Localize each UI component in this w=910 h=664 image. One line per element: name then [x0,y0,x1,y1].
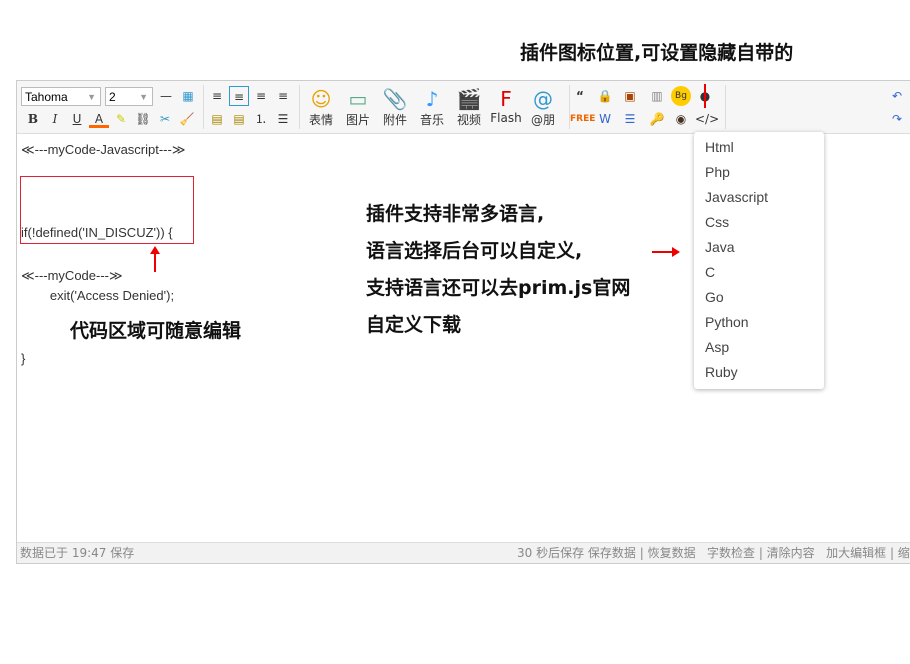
clear-format-icon[interactable]: 🧹 [177,109,197,129]
language-option[interactable]: Asp [694,335,824,360]
arrow-head [150,246,160,254]
media-button[interactable]: ♪ 音乐 [415,87,449,128]
align-left-icon[interactable]: ≡ [229,86,249,106]
camera-icon[interactable]: ◉ [671,109,691,129]
lock-icon[interactable]: 🔒 [595,86,615,106]
free-icon[interactable]: FREE [570,109,595,129]
code-start-tag: ≪---myCode-Javascript---≫ [21,142,186,157]
media-label: 附件 [382,113,407,127]
language-option[interactable]: Python [694,310,824,335]
video-icon: 🎬 [456,87,482,111]
image-insert-icon[interactable]: ▣ [620,86,640,106]
code-block[interactable]: if(!defined('IN_DISCUZ')) { exit('Access… [20,176,194,366]
align-right-icon[interactable]: ≡ [273,86,293,106]
media-button[interactable]: ☺ 表情 [304,87,338,128]
language-option[interactable]: Go [694,285,824,310]
language-dropdown: Html Php Javascript Css Java C Go Python Asp Ruby [694,132,824,389]
columns-icon[interactable]: ▥ [647,86,667,106]
table-icon[interactable]: ▦ [178,86,198,106]
media-button[interactable]: 🎬 视频 [452,87,486,128]
flash-icon: F [500,87,512,111]
ordered-list-icon[interactable]: ⒈ [251,109,271,129]
arrow-down [704,84,706,108]
music-icon: ♪ [425,87,439,111]
status-actions[interactable]: 30 秒后保存 保存数据 | 恢复数据 字数检查 | 清除内容 加大编辑框 | … [517,543,910,563]
media-label: @朋 [530,113,555,127]
index-icon[interactable]: ☰ [620,109,640,129]
chevron-down-icon: ▼ [139,92,148,102]
language-option[interactable]: Java [694,235,824,260]
align-center-icon[interactable]: ≡ [251,86,271,106]
annotation-top: 插件图标位置,可设置隐藏自带的 [520,42,794,64]
hr-icon[interactable]: — [156,86,176,106]
language-option[interactable]: C [694,260,824,285]
quote-icon[interactable]: “ [570,86,590,106]
bg-color-icon[interactable]: Bg [671,86,691,106]
toolbar: Tahoma ▼ 2 ▼ — ▦ B I U A ✎ ⛓ ✂ 🧹 ≡ ≡ ≡ ≡ ▤… [17,81,910,134]
link-icon[interactable]: ⛓ [133,109,153,129]
unlink-icon[interactable]: ✂ [155,109,175,129]
arrow-head [672,247,680,257]
word-icon[interactable]: W [595,109,615,129]
float-left-icon[interactable]: ▤ [207,109,227,129]
underline-icon[interactable]: U [67,109,87,129]
media-button[interactable]: 📎 附件 [378,87,412,128]
media-button[interactable]: @ @朋 [526,87,560,128]
font-value: Tahoma [25,90,68,104]
media-label: 视频 [456,113,481,127]
float-right-icon[interactable]: ▤ [229,109,249,129]
chevron-down-icon: ▼ [87,92,96,102]
font-select[interactable]: Tahoma ▼ [21,87,101,106]
status-bar: 数据已于 19:47 保存 30 秒后保存 保存数据 | 恢复数据 字数检查 |… [17,542,910,563]
media-label: Flash [490,111,522,125]
smiley-icon: ☺ [310,87,332,111]
justify-icon[interactable]: ≡ [207,86,227,106]
language-option[interactable]: Css [694,210,824,235]
code-end-tag: ≪---myCode---≫ [21,268,123,283]
code-line: exit('Access Denied'); [21,288,175,303]
bold-icon[interactable]: B [23,109,43,129]
size-select[interactable]: 2 ▼ [105,87,153,106]
media-label: 表情 [308,113,333,127]
paperclip-icon: 📎 [382,87,408,111]
language-option[interactable]: Javascript [694,185,824,210]
unordered-list-icon[interactable]: ☰ [273,109,293,129]
language-option[interactable]: Ruby [694,360,824,385]
undo-icon[interactable]: ↶ [887,86,907,106]
media-button[interactable]: F Flash [489,87,523,125]
autosave-status: 数据已于 19:47 保存 [20,546,135,560]
media-label: 音乐 [419,113,444,127]
redo-icon[interactable]: ↷ [887,109,907,129]
language-option[interactable]: Html [694,135,824,160]
code-line: if(!defined('IN_DISCUZ')) { [21,225,173,240]
highlight-icon[interactable]: ✎ [111,109,131,129]
media-label: 图片 [345,113,370,127]
code-line: } [21,351,26,366]
code-icon[interactable]: </> [695,109,719,129]
media-button[interactable]: ▭ 图片 [341,87,375,128]
arrow-right [652,251,674,253]
image-icon: ▭ [348,87,368,111]
at-icon: @ [533,87,553,111]
font-color-icon[interactable]: A [89,109,109,128]
italic-icon[interactable]: I [45,109,65,129]
size-value: 2 [109,90,116,104]
language-option[interactable]: Php [694,160,824,185]
arrow-up [154,252,156,272]
key-icon[interactable]: 🔑 [647,109,667,129]
